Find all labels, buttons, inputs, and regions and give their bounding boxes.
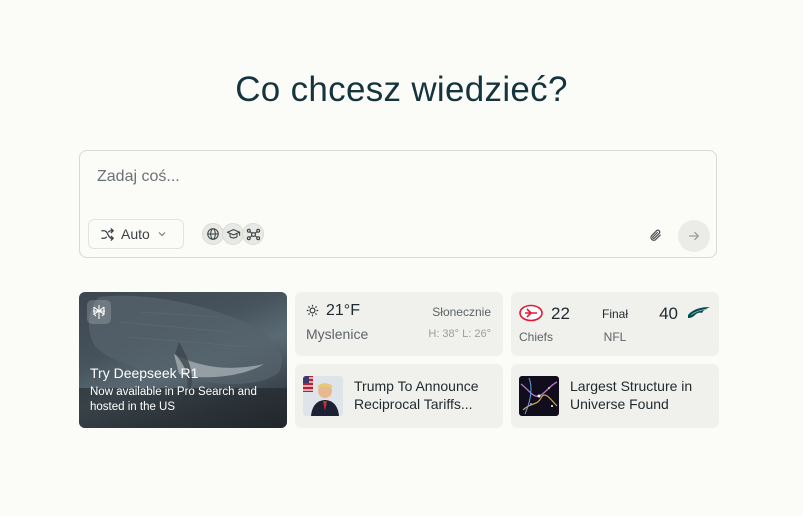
source-toggles	[202, 223, 264, 247]
page-title: Co chcesz wiedzieć?	[235, 70, 568, 109]
news-card[interactable]: Trump To Announce Reciprocal Tariffs...	[295, 364, 503, 428]
weather-condition: Słonecznie	[432, 305, 491, 319]
perplexity-logo-icon	[87, 300, 111, 324]
social-source-button[interactable]	[242, 223, 264, 245]
news-card[interactable]: Largest Structure in Universe Found	[511, 364, 719, 428]
web-source-button[interactable]	[202, 223, 224, 245]
paperclip-icon	[648, 228, 663, 243]
weather-high-low: H: 38° L: 26°	[428, 328, 491, 340]
promo-subtitle: Now available in Pro Search and hosted i…	[90, 386, 257, 413]
arrow-right-icon	[687, 229, 701, 243]
mode-label: Auto	[121, 226, 150, 242]
promo-title: Try Deepseek R1	[90, 365, 199, 381]
eagles-logo-icon	[687, 305, 711, 321]
academic-source-button[interactable]	[222, 223, 244, 245]
sports-score-widget[interactable]: 22 Chiefs Finał NFL 40	[511, 292, 719, 356]
news-thumbnail	[519, 376, 559, 416]
weather-widget[interactable]: 21°F Słonecznie Myslenice H: 38° L: 26°	[295, 292, 503, 356]
search-input[interactable]	[95, 165, 699, 189]
attach-button[interactable]	[645, 225, 665, 245]
league-label: NFL	[603, 330, 627, 344]
promo-card[interactable]: Try Deepseek R1 Now available in Pro Sea…	[79, 292, 287, 428]
weather-location: Myslenice	[306, 326, 369, 342]
news-headline: Trump To Announce Reciprocal Tariffs...	[354, 378, 479, 412]
network-icon	[246, 227, 261, 242]
graduation-cap-icon	[226, 227, 241, 241]
shuffle-icon	[100, 227, 115, 242]
search-box: Auto	[79, 150, 717, 258]
away-score: 40	[659, 304, 678, 323]
mode-selector-button[interactable]: Auto	[88, 219, 184, 249]
chevron-down-icon	[157, 229, 167, 239]
weather-temperature: 21°F	[326, 302, 360, 319]
news-headline: Largest Structure in Universe Found	[570, 378, 693, 412]
sun-icon	[306, 304, 319, 317]
globe-icon	[206, 227, 220, 241]
news-thumbnail	[303, 376, 343, 416]
submit-button[interactable]	[678, 220, 710, 252]
